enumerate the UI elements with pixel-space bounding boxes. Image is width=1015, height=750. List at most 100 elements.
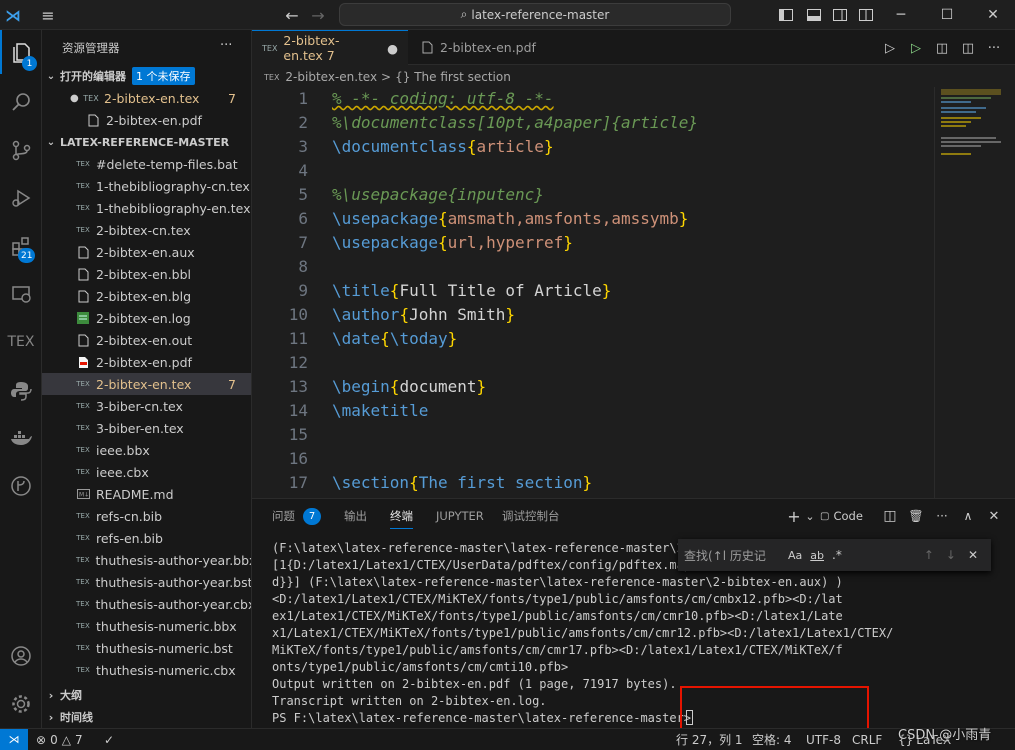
- chevron-right-icon: ›: [48, 710, 54, 724]
- modified-dot-icon[interactable]: ●: [387, 41, 398, 56]
- close-find-icon[interactable]: ✕: [968, 548, 978, 562]
- toggle-sidebar-icon[interactable]: [778, 7, 794, 23]
- line-number: 8: [298, 257, 308, 276]
- minimap[interactable]: [934, 87, 1004, 498]
- search-icon[interactable]: [0, 80, 42, 124]
- chevron-down-icon[interactable]: ⌄: [804, 508, 816, 524]
- command-center-search[interactable]: ⌕ latex-reference-master: [339, 3, 731, 26]
- timeline-section[interactable]: › 时间线: [42, 706, 251, 728]
- explorer-icon[interactable]: 1: [0, 30, 42, 74]
- preview-icon[interactable]: ◫: [934, 40, 950, 56]
- terminal-profile[interactable]: ▢ Code: [820, 508, 863, 524]
- check-icon[interactable]: ✓: [104, 729, 114, 750]
- more-actions-icon[interactable]: ···: [986, 40, 1002, 56]
- split-terminal-icon[interactable]: ◫: [882, 508, 898, 524]
- file-tree-item[interactable]: TEX #delete-temp-files.bat: [42, 153, 251, 175]
- indentation[interactable]: 空格: 4: [752, 729, 792, 750]
- settings-gear-icon[interactable]: [0, 682, 42, 726]
- close-panel-icon[interactable]: ✕: [986, 508, 1002, 524]
- file-tree-item[interactable]: TEX refs-en.bib: [42, 527, 251, 549]
- add-terminal-icon[interactable]: +: [786, 507, 802, 526]
- file-tree-item[interactable]: TEX thuthesis-numeric.bbx: [42, 615, 251, 637]
- debug-run-icon[interactable]: ▷: [908, 40, 924, 56]
- line-number: 4: [298, 161, 308, 180]
- panel-tab[interactable]: 问题 7: [272, 499, 321, 533]
- panel-tab[interactable]: 输出: [344, 499, 367, 533]
- docker-icon[interactable]: [0, 416, 42, 460]
- encoding[interactable]: UTF-8: [806, 729, 841, 750]
- code-editor[interactable]: 1 % -*- coding: utf-8 -*- 2 %\documentclass…: [252, 87, 932, 498]
- match-word-icon[interactable]: ab: [810, 549, 824, 562]
- extensions-icon[interactable]: 21: [0, 224, 42, 268]
- file-tree-item[interactable]: TEX thuthesis-author-year.cbx: [42, 593, 251, 615]
- problems-indicator[interactable]: ⊗ 0 △ 7: [36, 729, 83, 750]
- next-match-icon[interactable]: ↓: [946, 548, 956, 562]
- file-tree-item[interactable]: 2-bibtex-en.out: [42, 329, 251, 351]
- file-tree-item[interactable]: TEX 2-bibtex-en.tex 7: [42, 373, 251, 395]
- source-control-icon[interactable]: [0, 128, 42, 172]
- minimize-button[interactable]: ─: [878, 0, 924, 30]
- file-tree-item[interactable]: 2-bibtex-en.aux: [42, 241, 251, 263]
- panel-tab[interactable]: 调试控制台: [502, 499, 560, 533]
- project-label: LATEX-REFERENCE-MASTER: [60, 135, 230, 149]
- tex-icon[interactable]: TEX: [0, 320, 42, 364]
- regex-icon[interactable]: .*: [832, 548, 842, 562]
- panel-tab[interactable]: 终端: [390, 499, 413, 533]
- open-editors-section[interactable]: ⌄ 打开的编辑器 1 个未保存: [42, 65, 251, 87]
- tab-pdf[interactable]: 2-bibtex-en.pdf: [410, 30, 560, 65]
- tex-file-icon: TEX: [76, 424, 90, 432]
- file-tree-item[interactable]: 2-bibtex-en.blg: [42, 285, 251, 307]
- remote-indicator-icon[interactable]: ⋊: [0, 729, 28, 750]
- split-editor-icon[interactable]: ◫: [960, 40, 976, 56]
- customize-layout-icon[interactable]: [858, 7, 874, 23]
- file-tree-item[interactable]: 2-bibtex-en.pdf: [42, 351, 251, 373]
- open-editor-item[interactable]: 2-bibtex-en.pdf: [42, 109, 251, 131]
- maximize-button[interactable]: ☐: [924, 0, 970, 30]
- maximize-panel-icon[interactable]: ∧: [960, 508, 976, 524]
- outline-section[interactable]: › 大纲: [42, 684, 251, 706]
- more-actions-icon[interactable]: ···: [220, 38, 232, 53]
- remote-explorer-icon[interactable]: [0, 272, 42, 316]
- file-tree-item[interactable]: 2-bibtex-en.log: [42, 307, 251, 329]
- line-ending[interactable]: CRLF: [852, 729, 882, 750]
- breadcrumb-symbol[interactable]: {} The first section: [395, 70, 511, 84]
- file-tree-item[interactable]: TEX 1-thebibliography-en.tex: [42, 197, 251, 219]
- forward-arrow-icon[interactable]: →: [306, 0, 330, 30]
- file-tree-item[interactable]: TEX 2-bibtex-cn.tex: [42, 219, 251, 241]
- back-arrow-icon[interactable]: ←: [280, 0, 304, 30]
- menu-icon[interactable]: ≡: [36, 0, 60, 30]
- git-graph-icon[interactable]: [0, 464, 42, 508]
- breadcrumb-file[interactable]: 2-bibtex-en.tex: [285, 70, 377, 84]
- account-icon[interactable]: [0, 634, 42, 678]
- toggle-secondary-sidebar-icon[interactable]: [832, 7, 848, 23]
- file-tree-item[interactable]: TEX refs-cn.bib: [42, 505, 251, 527]
- file-tree-item[interactable]: TEX 3-biber-en.tex: [42, 417, 251, 439]
- find-input[interactable]: 查找(↑l 历史记: [684, 547, 782, 564]
- tex-file-icon: TEX: [83, 93, 99, 103]
- file-tree-item[interactable]: TEX thuthesis-author-year.bst: [42, 571, 251, 593]
- cursor-position[interactable]: 行 27，列 1: [676, 729, 743, 750]
- panel-tab[interactable]: JUPYTER: [436, 499, 484, 533]
- run-icon[interactable]: ▷: [882, 40, 898, 56]
- trash-icon[interactable]: 🗑: [908, 508, 924, 524]
- file-tree-item[interactable]: TEX 1-thebibliography-cn.tex: [42, 175, 251, 197]
- file-tree-item[interactable]: TEX 3-biber-cn.tex: [42, 395, 251, 417]
- run-debug-icon[interactable]: [0, 176, 42, 220]
- project-section[interactable]: ⌄ LATEX-REFERENCE-MASTER: [42, 131, 251, 153]
- file-tree-item[interactable]: TEX thuthesis-author-year.bbx: [42, 549, 251, 571]
- open-editor-item[interactable]: ● TEX 2-bibtex-en.tex 7: [42, 87, 251, 109]
- match-case-icon[interactable]: Aa: [788, 549, 802, 562]
- python-icon[interactable]: [0, 368, 42, 412]
- file-tree-item[interactable]: TEX thuthesis-numeric.cbx: [42, 659, 251, 681]
- file-tree-item[interactable]: 2-bibtex-en.bbl: [42, 263, 251, 285]
- file-tree-item[interactable]: TEX ieee.bbx: [42, 439, 251, 461]
- file-tree-item[interactable]: TEX ieee.cbx: [42, 461, 251, 483]
- toggle-panel-icon[interactable]: [806, 7, 822, 23]
- close-window-button[interactable]: ✕: [970, 0, 1015, 30]
- previous-match-icon[interactable]: ↑: [924, 548, 934, 562]
- more-actions-icon[interactable]: ···: [934, 508, 950, 524]
- file-tree-item[interactable]: TEX thuthesis-numeric.bst: [42, 637, 251, 659]
- code-line: 6 \usepackage{amsmath,amsfonts,amssymb}: [252, 207, 1015, 231]
- tab-active[interactable]: TEX 2-bibtex-en.tex 7 ●: [252, 30, 408, 65]
- file-tree-item[interactable]: M↓ README.md: [42, 483, 251, 505]
